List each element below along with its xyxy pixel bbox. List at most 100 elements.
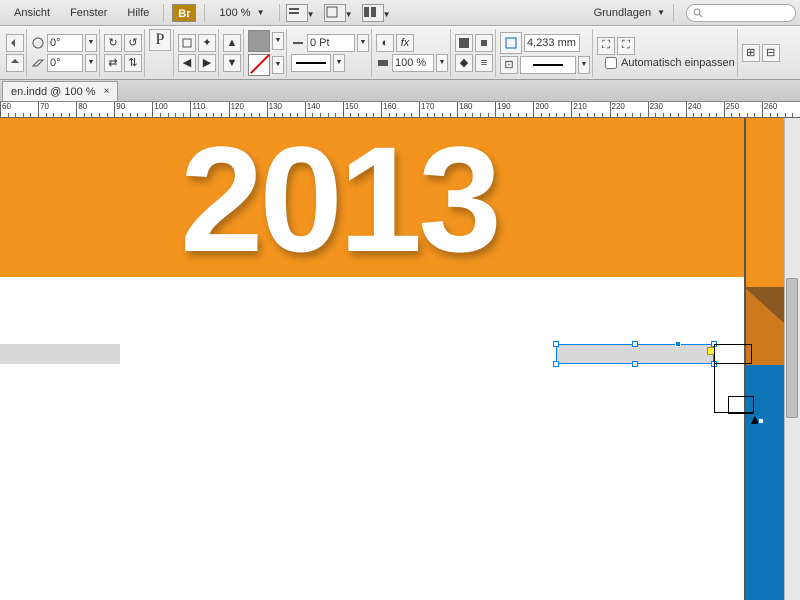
fit-dropdown[interactable]: ▼ xyxy=(578,56,590,74)
tint-icon xyxy=(376,56,390,70)
angle-value: 0° xyxy=(50,37,61,49)
center-content-button[interactable]: ⊞ xyxy=(742,44,760,62)
fit-prop-button[interactable]: ⊟ xyxy=(762,44,780,62)
divider xyxy=(673,4,674,22)
horizontal-ruler[interactable]: 6070809010011012013014015016017018019020… xyxy=(0,102,800,118)
out-port[interactable] xyxy=(758,418,764,424)
vertical-scrollbar[interactable] xyxy=(784,118,800,600)
fit-value-input[interactable]: 4,233 mm xyxy=(524,34,580,52)
stroke-weight-icon xyxy=(291,36,305,50)
chevron-down-icon: ▼ xyxy=(345,10,353,19)
workspace-dropdown[interactable]: Grundlagen ▼ xyxy=(594,7,665,19)
wrap2-icon xyxy=(477,36,491,50)
flip-h-button[interactable] xyxy=(6,34,24,52)
fill-frame-button[interactable]: ⛶ xyxy=(597,37,615,55)
bridge-button[interactable]: Br xyxy=(172,4,196,22)
document-tab[interactable]: en.indd @ 100 % × xyxy=(2,81,118,101)
chevron-down-icon: ▼ xyxy=(657,8,665,17)
frame-fit-button[interactable] xyxy=(500,32,522,54)
flip-v-icon xyxy=(8,56,22,70)
screen-mode-button[interactable]: ▼ xyxy=(324,4,346,22)
flip-v-button[interactable] xyxy=(6,54,24,72)
wrap-icon xyxy=(457,36,471,50)
text-frame-left[interactable] xyxy=(0,344,120,364)
stroke-style-dropdown[interactable] xyxy=(291,54,331,72)
tint-input[interactable]: 100 % xyxy=(392,54,434,72)
canvas[interactable]: 2013 ▲ xyxy=(0,118,800,600)
wrap-shape-button[interactable]: ◆ xyxy=(455,54,473,72)
shear-angle-input[interactable]: 0° xyxy=(47,54,83,72)
fill-swatch[interactable] xyxy=(248,30,270,52)
para-style-button[interactable]: P xyxy=(149,29,171,51)
chevron-down-icon: ▼ xyxy=(307,10,315,19)
select-content-button[interactable]: ✦ xyxy=(198,34,216,52)
container-icon xyxy=(180,36,194,50)
wrap-none-button[interactable] xyxy=(455,34,473,52)
divider xyxy=(204,4,205,22)
menu-ansicht[interactable]: Ansicht xyxy=(4,3,60,23)
view-options-button[interactable]: ▼ xyxy=(286,4,308,22)
fit-frame-button[interactable]: ⛶ xyxy=(617,37,635,55)
chevron-down-icon: ▼ xyxy=(257,8,265,17)
fit-value: 4,233 mm xyxy=(527,37,576,49)
rotate-angle-input[interactable]: 0° xyxy=(47,34,83,52)
arrange-button[interactable]: ▼ xyxy=(362,4,384,22)
select-prev-button[interactable]: ◀ xyxy=(178,54,196,72)
stroke-swatch[interactable] xyxy=(248,54,270,76)
selection-handle-bl[interactable] xyxy=(553,361,559,367)
wrap-jump-button[interactable]: ≡ xyxy=(475,54,493,72)
stroke-style-drop[interactable]: ▼ xyxy=(333,54,345,72)
auto-fit-label: Automatisch einpassen xyxy=(621,57,735,69)
fit-baseline[interactable] xyxy=(520,56,576,74)
chevron-down-icon: ▼ xyxy=(383,10,391,19)
divider xyxy=(163,4,164,22)
selection-anchor[interactable] xyxy=(675,341,681,347)
arrange-icon xyxy=(363,5,377,19)
select-container-button[interactable] xyxy=(178,34,196,52)
menu-hilfe[interactable]: Hilfe xyxy=(117,3,159,23)
shear-dropdown[interactable]: ▼ xyxy=(85,54,97,72)
tab-title: en.indd @ 100 % xyxy=(11,86,96,98)
rotate-cw-button[interactable]: ↻ xyxy=(104,34,122,52)
selection-handle-tl[interactable] xyxy=(553,341,559,347)
auto-fit-checkbox[interactable] xyxy=(605,57,617,69)
select-down-button[interactable]: ▼ xyxy=(223,54,241,72)
opacity-button[interactable]: ◐ xyxy=(376,34,394,52)
close-icon[interactable]: × xyxy=(104,86,110,97)
selection-handle-tm[interactable] xyxy=(632,341,638,347)
workspace-label: Grundlagen xyxy=(594,7,652,19)
fit-icon xyxy=(504,36,518,50)
fx-icon: fx xyxy=(401,37,410,49)
tint-dropdown[interactable]: ▼ xyxy=(436,54,448,72)
view-icon xyxy=(287,5,301,19)
stroke-weight-input[interactable]: 0 Pt xyxy=(307,34,355,52)
select-next-button[interactable]: ▶ xyxy=(198,54,216,72)
stroke-dropdown[interactable]: ▼ xyxy=(272,56,284,74)
flip-horizontal-button[interactable]: ⇄ xyxy=(104,54,122,72)
line-preview xyxy=(296,62,326,64)
year-text: 2013 xyxy=(180,118,498,286)
line2 xyxy=(533,64,563,66)
stroke-weight-dropdown[interactable]: ▼ xyxy=(357,34,369,52)
search-input[interactable] xyxy=(686,4,796,22)
fit-content-button[interactable]: ⊡ xyxy=(500,56,518,74)
flip-vertical-button[interactable]: ⇅ xyxy=(124,54,142,72)
effects-button[interactable]: fx xyxy=(396,34,414,52)
divider xyxy=(279,4,280,22)
menu-fenster[interactable]: Fenster xyxy=(60,3,117,23)
wrap-bounding-button[interactable] xyxy=(475,34,493,52)
zoom-dropdown[interactable]: 100 % ▼ xyxy=(213,5,270,21)
stroke-pt-value: 0 Pt xyxy=(310,37,330,49)
thread-box-1 xyxy=(714,344,752,364)
scrollbar-thumb[interactable] xyxy=(786,278,798,418)
rotate-ccw-button[interactable]: ↺ xyxy=(124,34,142,52)
flip-h-icon xyxy=(8,36,22,50)
tint-value: 100 % xyxy=(395,57,426,69)
thread-link-v xyxy=(714,364,715,412)
select-up-button[interactable]: ▲ xyxy=(223,34,241,52)
angle-dropdown[interactable]: ▼ xyxy=(85,34,97,52)
shear-value: 0° xyxy=(50,57,61,69)
zoom-value: 100 % xyxy=(219,7,250,19)
fill-dropdown[interactable]: ▼ xyxy=(272,32,284,50)
selection-handle-bm[interactable] xyxy=(632,361,638,367)
